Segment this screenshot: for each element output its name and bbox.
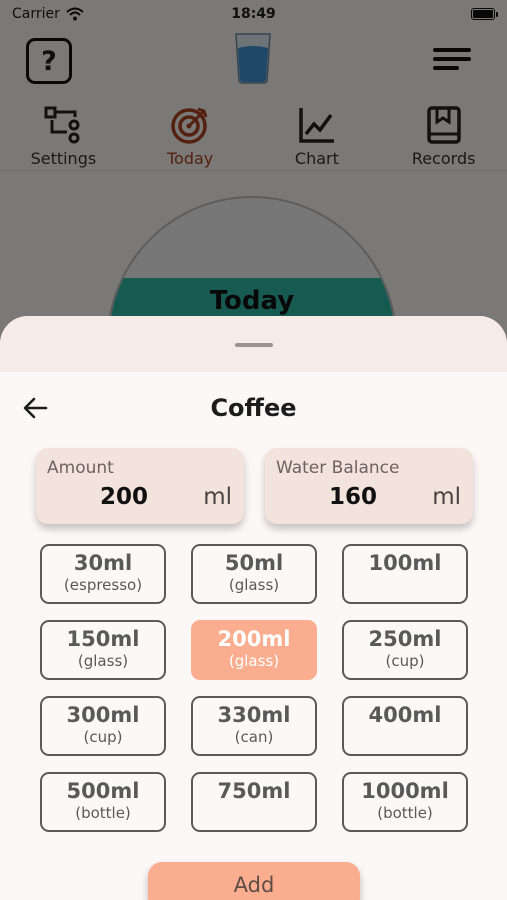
volume-option-amount: 750ml [217, 779, 291, 803]
volume-options-grid: 30ml (espresso) 50ml (glass) 100ml 150ml (g… [40, 544, 468, 832]
volume-option[interactable]: 250ml (cup) [342, 620, 468, 680]
drag-handle[interactable] [235, 343, 273, 347]
volume-option-amount: 100ml [368, 551, 442, 575]
volume-option-amount: 1000ml [361, 779, 449, 803]
sheet-title-row: Coffee [0, 372, 507, 444]
amount-cards: Amount 200 ml Water Balance 160 ml [36, 448, 473, 524]
amount-value: 200 [99, 484, 148, 510]
sheet-header [0, 316, 507, 372]
add-button[interactable]: Add [148, 862, 360, 900]
volume-option[interactable]: 30ml (espresso) [40, 544, 166, 604]
volume-option[interactable]: 150ml (glass) [40, 620, 166, 680]
volume-option-amount: 400ml [368, 703, 442, 727]
volume-option-container: (glass) [228, 576, 280, 594]
volume-option-container: (cup) [385, 652, 425, 670]
water-balance-card[interactable]: Water Balance 160 ml [265, 448, 473, 524]
volume-option-amount: 330ml [217, 703, 291, 727]
volume-option[interactable]: 330ml (can) [191, 696, 317, 756]
volume-option[interactable]: 400ml [342, 696, 468, 756]
volume-option-selected[interactable]: 200ml (glass) [191, 620, 317, 680]
volume-option-container: (can) [234, 728, 274, 746]
amount-card[interactable]: Amount 200 ml [36, 448, 244, 524]
volume-option-amount: 30ml [73, 551, 133, 575]
volume-option-amount: 300ml [66, 703, 140, 727]
volume-option[interactable]: 1000ml (bottle) [342, 772, 468, 832]
volume-option[interactable]: 500ml (bottle) [40, 772, 166, 832]
volume-option-amount: 500ml [66, 779, 140, 803]
volume-option-container: (espresso) [63, 576, 143, 594]
volume-option-container: (bottle) [75, 804, 131, 822]
water-balance-label: Water Balance [276, 458, 400, 478]
water-balance-value: 160 [328, 484, 377, 510]
volume-option[interactable]: 750ml [191, 772, 317, 832]
volume-option-amount: 150ml [66, 627, 140, 651]
volume-option[interactable]: 100ml [342, 544, 468, 604]
volume-option-amount: 50ml [224, 551, 284, 575]
water-balance-unit: ml [432, 484, 461, 510]
volume-option-container: (glass) [77, 652, 129, 670]
volume-option-container: (glass) [228, 652, 280, 670]
volume-option[interactable]: 300ml (cup) [40, 696, 166, 756]
add-button-label: Add [233, 873, 275, 897]
volume-option-container: (cup) [83, 728, 123, 746]
volume-option[interactable]: 50ml (glass) [191, 544, 317, 604]
volume-option-amount: 250ml [368, 627, 442, 651]
amount-unit: ml [203, 484, 232, 510]
amount-label: Amount [47, 458, 114, 478]
drink-bottom-sheet: Coffee Amount 200 ml Water Balance 160 m… [0, 316, 507, 900]
volume-option-container: (bottle) [377, 804, 433, 822]
sheet-title: Coffee [210, 394, 297, 422]
volume-option-amount: 200ml [217, 627, 291, 651]
